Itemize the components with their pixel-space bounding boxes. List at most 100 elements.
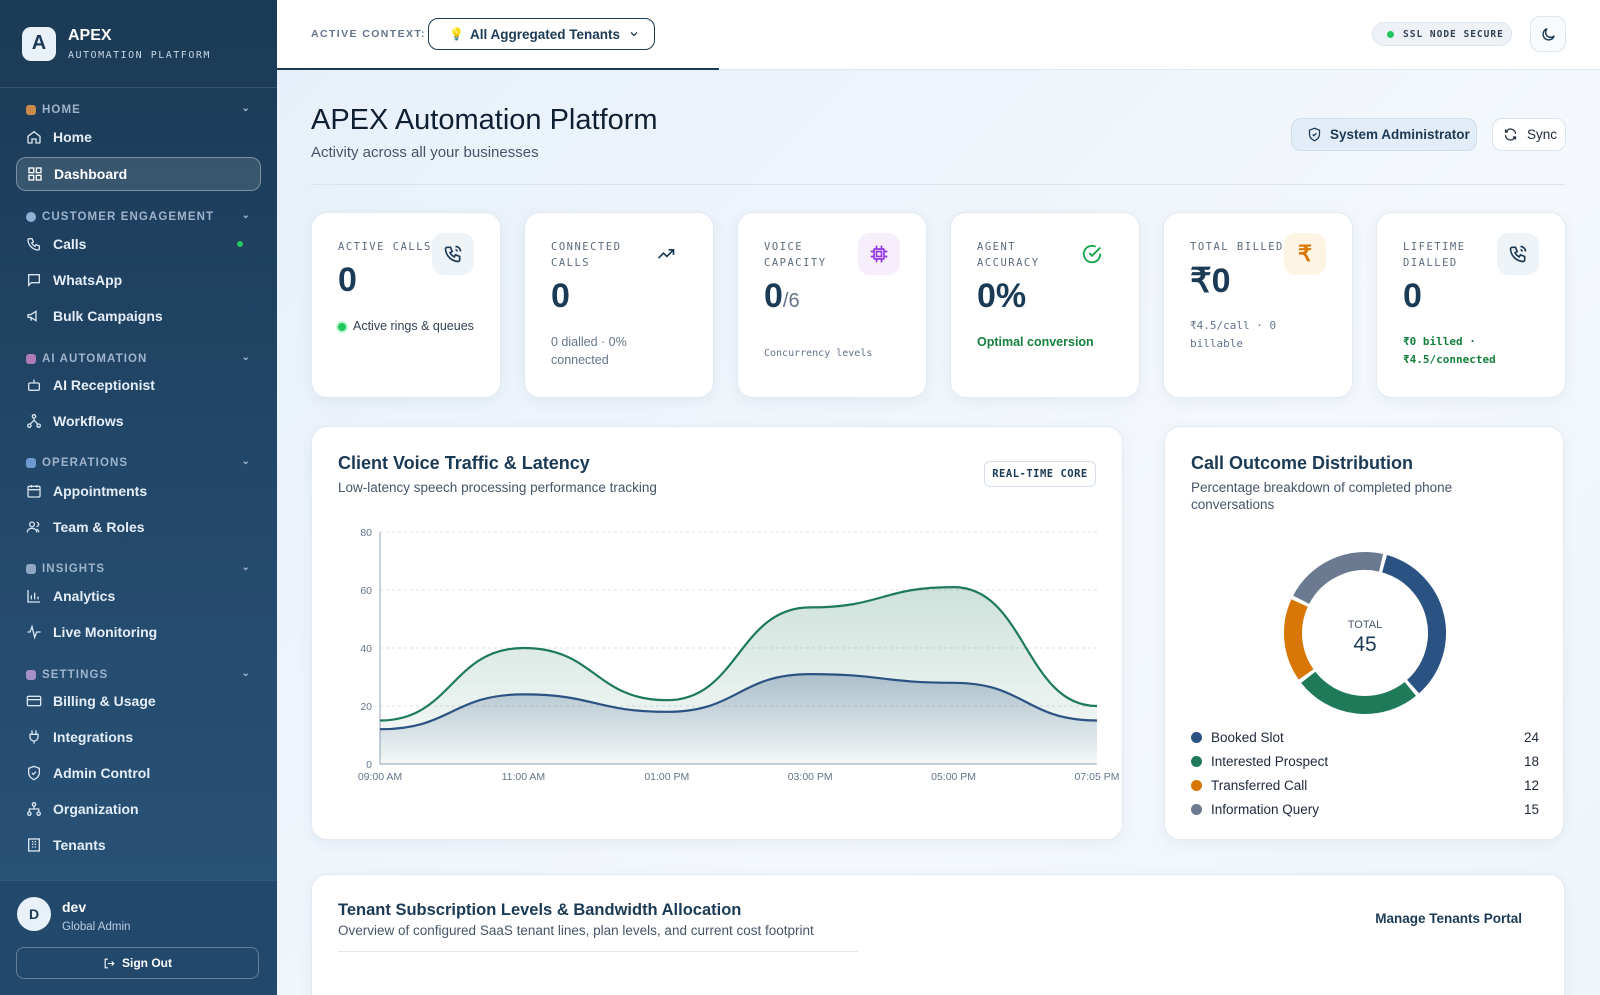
status-dot (1387, 30, 1394, 38)
brand-logo: A (22, 26, 56, 61)
sidebar-item-workflows[interactable]: Workflows (16, 404, 261, 438)
kpi-note: ₹0 billed · ₹4.5/connected (1403, 335, 1496, 366)
donut-center-label: TOTAL (1348, 619, 1382, 631)
chevron-down-icon: ⌄ (241, 668, 251, 679)
donut-slice (1293, 552, 1384, 605)
sidebar-item-organization[interactable]: Organization (16, 792, 261, 826)
live-dot (338, 323, 346, 331)
sidebar-item-integrations[interactable]: Integrations (16, 720, 261, 754)
section-insights[interactable]: INSIGHTS ⌄ (26, 562, 251, 575)
section-operations[interactable]: OPERATIONS ⌄ (26, 456, 251, 469)
phone-icon (1497, 233, 1539, 275)
bar-chart-icon (27, 590, 40, 603)
user-name: dev (62, 899, 87, 915)
users-icon (26, 521, 40, 533)
page-subtitle: Activity across all your businesses (311, 144, 539, 161)
workflow-icon (27, 414, 41, 428)
chevron-down-icon (630, 32, 638, 37)
shield-icon (28, 765, 40, 781)
card-icon (26, 695, 42, 707)
donut-slice (1301, 671, 1416, 714)
engagement-section-icon (26, 212, 36, 222)
kpi-label: TOTAL BILLED (1190, 241, 1284, 253)
sidebar-item-home[interactable]: Home (16, 120, 261, 154)
chevron-down-icon: ⌄ (241, 210, 251, 221)
top-bar: ACTIVE CONTEXT: 💡 All Aggregated Tenants… (277, 0, 1600, 70)
kpi-value: 0 (338, 261, 357, 299)
sidebar-item-calls[interactable]: Calls (16, 227, 261, 261)
chevron-down-icon: ⌄ (241, 103, 251, 114)
y-tick-label: 80 (360, 527, 372, 539)
home-icon (27, 130, 41, 144)
kpi-label: LIFETIME DIALLED (1403, 241, 1466, 269)
donut-center-value: 45 (1353, 633, 1376, 656)
kpi-note: Concurrency levels (764, 348, 873, 359)
page-title: APEX Automation Platform (311, 104, 658, 136)
avatar[interactable]: D (17, 897, 51, 931)
y-tick-label: 40 (360, 643, 372, 655)
phone-icon (432, 233, 474, 275)
lightbulb-icon: 💡 (449, 27, 464, 41)
kpi-card-agent-accuracy: AGENT ACCURACY 0% Optimal conversion (950, 212, 1140, 398)
sidebar-item-admin-control[interactable]: Admin Control (16, 756, 261, 790)
sidebar-item-appointments[interactable]: Appointments (16, 474, 261, 508)
kpi-label: VOICE CAPACITY (764, 241, 827, 269)
sidebar-item-analytics[interactable]: Analytics (16, 579, 261, 613)
kpi-card-voice-capacity: VOICE CAPACITY 0/6 Concurrency levels (737, 212, 927, 398)
section-ai-automation[interactable]: AI AUTOMATION ⌄ (26, 352, 251, 365)
y-tick-label: 60 (360, 585, 372, 597)
tenant-subscriptions-card: Tenant Subscription Levels & Bandwidth A… (311, 874, 1565, 995)
main-content: APEX Automation Platform Activity across… (277, 70, 1600, 995)
kpi-note: ₹4.5/call · 0 billable (1190, 319, 1277, 350)
manage-tenants-link[interactable]: Manage Tenants Portal (1375, 911, 1522, 926)
sidebar-item-whatsapp[interactable]: WhatsApp (16, 263, 261, 297)
donut-slice (1381, 555, 1446, 694)
user-role: Global Admin (62, 921, 131, 933)
call-outcome-donut: TOTAL 45 (1284, 552, 1446, 714)
kpi-note: Active rings & queues (338, 317, 488, 335)
donut-slice (1284, 599, 1314, 680)
role-button[interactable]: System Administrator (1291, 118, 1477, 151)
legend-item: Interested Prospect 18 (1191, 751, 1539, 771)
kpi-value: 0% (977, 277, 1027, 315)
sign-out-button[interactable]: Sign Out (16, 947, 259, 979)
bot-icon (28, 379, 40, 391)
rupee-icon: ₹ (1284, 233, 1326, 275)
kpi-note: Optimal conversion (977, 335, 1094, 349)
x-tick-label: 11:00 AM (502, 771, 546, 783)
kpi-card-total-billed: TOTAL BILLED ₹ ₹0 ₹4.5/call · 0 billable (1163, 212, 1353, 398)
sidebar-item-team-roles[interactable]: Team & Roles (16, 510, 261, 544)
sidebar-item-bulk-campaigns[interactable]: Bulk Campaigns (16, 299, 261, 333)
section-settings[interactable]: SETTINGS ⌄ (26, 668, 251, 681)
x-tick-label: 03:00 PM (788, 771, 833, 783)
theme-toggle-button[interactable] (1530, 16, 1566, 52)
sidebar-item-live-monitoring[interactable]: Live Monitoring (16, 615, 261, 649)
sync-button[interactable]: Sync (1492, 118, 1566, 151)
chevron-down-icon: ⌄ (241, 562, 251, 573)
sidebar-item-billing-usage[interactable]: Billing & Usage (16, 684, 261, 718)
kpi-value: ₹0 (1190, 262, 1231, 300)
brand-name: APEX (68, 27, 112, 44)
legend-item: Information Query 15 (1191, 799, 1539, 819)
insights-section-icon (26, 564, 36, 574)
section-subtitle: Overview of configured SaaS tenant lines… (338, 923, 814, 938)
kpi-card-connected-calls: CONNECTED CALLS 0 0 dialled · 0% connect… (524, 212, 714, 398)
operations-section-icon (26, 458, 36, 468)
section-title: Tenant Subscription Levels & Bandwidth A… (338, 901, 742, 919)
traffic-area-chart: 0 20 40 60 80 09:00 AM 11:00 AM 01:00 PM 03:00 P… (358, 527, 1120, 783)
sidebar-item-tenants[interactable]: Tenants (16, 828, 261, 862)
building-icon (28, 838, 40, 852)
context-label: ACTIVE CONTEXT: (311, 28, 426, 40)
kpi-card-active-calls: ACTIVE CALLS 0 Active rings & queues (311, 212, 501, 398)
tenant-context-select[interactable]: 💡 All Aggregated Tenants (428, 18, 655, 50)
brand: A APEX AUTOMATION PLATFORM (0, 0, 277, 88)
sidebar-item-dashboard[interactable]: Dashboard (16, 157, 261, 191)
kpi-label: ACTIVE CALLS (338, 241, 432, 253)
shield-check-icon (1308, 127, 1321, 142)
section-home[interactable]: HOME ⌄ (26, 103, 251, 116)
section-customer-engagement[interactable]: CUSTOMER ENGAGEMENT ⌄ (26, 210, 251, 223)
legend-swatch (1191, 731, 1202, 743)
dashboard-icon (28, 167, 42, 181)
sidebar-item-ai-receptionist[interactable]: AI Receptionist (16, 368, 261, 402)
y-tick-label: 20 (360, 701, 372, 713)
